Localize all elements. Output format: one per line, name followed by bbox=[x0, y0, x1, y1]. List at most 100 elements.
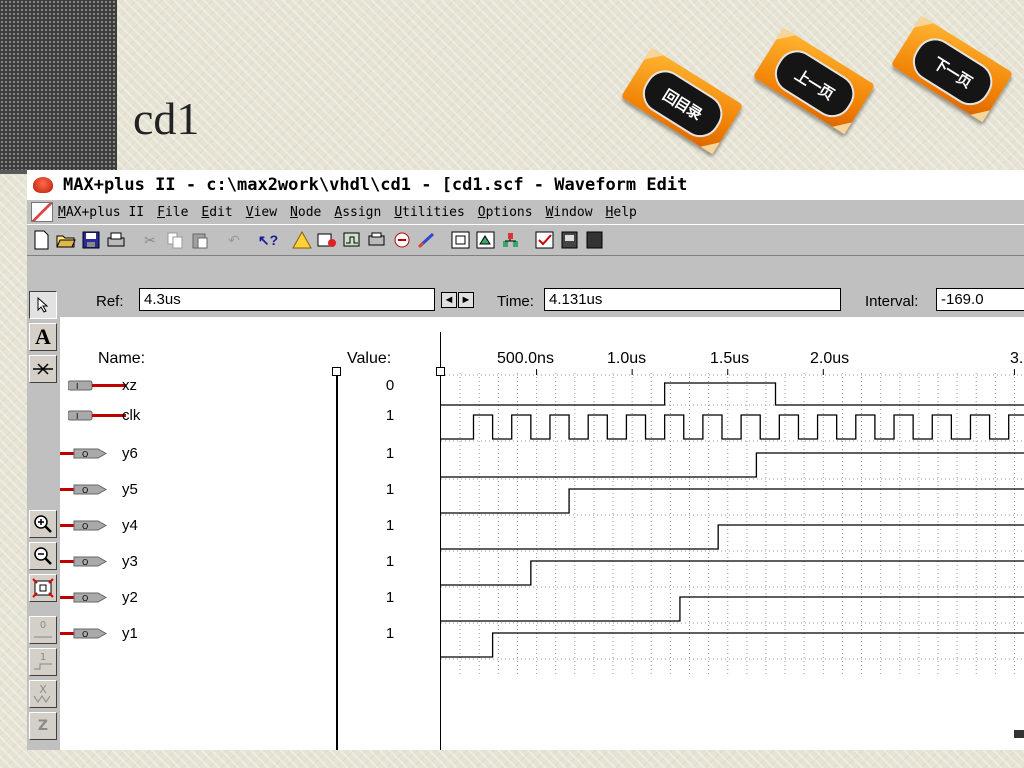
set-unknown-icon[interactable]: X bbox=[29, 680, 57, 708]
svg-text:O: O bbox=[82, 594, 88, 603]
text-tool-icon[interactable]: A bbox=[29, 323, 57, 351]
zoom-out-icon[interactable] bbox=[29, 542, 57, 570]
waveform-y2[interactable] bbox=[441, 596, 1024, 622]
value-wave-divider[interactable] bbox=[440, 332, 441, 750]
fit-in-window-icon[interactable] bbox=[29, 574, 57, 602]
cut-icon[interactable]: ✂ bbox=[138, 228, 162, 252]
set-low-icon[interactable]: 0 bbox=[29, 616, 57, 644]
waveform-clk[interactable] bbox=[441, 414, 1024, 440]
menu-file[interactable]: File bbox=[157, 205, 188, 220]
menu-options[interactable]: Options bbox=[478, 205, 533, 220]
signal-name: y3 bbox=[122, 553, 138, 570]
svg-text:O: O bbox=[82, 450, 88, 459]
waveform-y4[interactable] bbox=[441, 524, 1024, 550]
signal-row-xz[interactable]: I xz 0 bbox=[60, 374, 440, 398]
menu-edit[interactable]: Edit bbox=[201, 205, 232, 220]
save-icon[interactable] bbox=[79, 228, 103, 252]
signal-row-y3[interactable]: O y3 1 bbox=[60, 550, 440, 574]
output-pin-icon: O bbox=[60, 448, 108, 459]
waveform-y5[interactable] bbox=[441, 488, 1024, 514]
project-timing-icon[interactable] bbox=[583, 228, 607, 252]
menu-node[interactable]: Node bbox=[290, 205, 321, 220]
timescale-label-1-5us: 1.5us bbox=[710, 350, 750, 367]
waveform-y1[interactable] bbox=[441, 632, 1024, 658]
print-icon[interactable] bbox=[104, 228, 128, 252]
simulator-icon[interactable] bbox=[315, 228, 339, 252]
message-processor-icon[interactable] bbox=[390, 228, 414, 252]
menu-utilities[interactable]: Utilities bbox=[394, 205, 464, 220]
waveform-area[interactable]: Name: Value: 500.0ns 1.0us 1.5us 2.0us 3… bbox=[60, 317, 1024, 750]
tool-palette: A 0 1 X Z bbox=[27, 285, 61, 750]
undo-icon[interactable]: ↶ bbox=[222, 228, 246, 252]
home-tag-icon: 回目录 bbox=[635, 62, 730, 145]
zoom-in-icon[interactable] bbox=[29, 510, 57, 538]
context-help-icon[interactable]: ↖? bbox=[256, 228, 280, 252]
interval-label: Interval: bbox=[865, 293, 919, 310]
slide-title: cd1 bbox=[133, 93, 200, 144]
signal-name: y6 bbox=[122, 445, 138, 462]
prev-tag-icon: 上一页 bbox=[767, 42, 862, 125]
signal-name: y2 bbox=[122, 589, 138, 606]
ref-next-button[interactable]: ► bbox=[458, 292, 474, 308]
compiler-icon[interactable] bbox=[290, 228, 314, 252]
waveform-y3[interactable] bbox=[441, 560, 1024, 586]
project-save-check-icon[interactable] bbox=[499, 228, 523, 252]
value-column-header: Value: bbox=[347, 350, 392, 367]
slide-rule-left bbox=[0, 170, 27, 174]
signal-value: 1 bbox=[385, 407, 395, 424]
copy-icon[interactable] bbox=[163, 228, 187, 252]
paste-icon[interactable] bbox=[188, 228, 212, 252]
signal-value: 1 bbox=[385, 553, 395, 570]
insert-node-icon[interactable] bbox=[29, 355, 57, 383]
new-file-icon[interactable] bbox=[29, 228, 53, 252]
ref-field[interactable]: 4.3us bbox=[139, 288, 435, 311]
tag-corner bbox=[776, 27, 796, 48]
timescale-label-2us: 2.0us bbox=[810, 350, 850, 367]
maxplus-logo-icon bbox=[33, 177, 53, 193]
slide-dark-block bbox=[0, 0, 117, 172]
nav-tag-prev[interactable]: 上一页 bbox=[752, 27, 876, 135]
nav-tag-next[interactable]: 下一页 bbox=[890, 15, 1014, 123]
hierarchy-display-icon[interactable] bbox=[415, 228, 439, 252]
signal-name: y1 bbox=[122, 625, 138, 642]
open-folder-icon[interactable] bbox=[54, 228, 78, 252]
tag-corner bbox=[970, 102, 990, 123]
output-pin-icon: O bbox=[60, 592, 108, 603]
signal-value: 1 bbox=[385, 481, 395, 498]
ref-prev-button[interactable]: ◄ bbox=[441, 292, 457, 308]
waveform-xz[interactable] bbox=[441, 382, 1024, 406]
signal-row-clk[interactable]: I clk 1 bbox=[60, 404, 440, 428]
project-simulate-icon[interactable] bbox=[558, 228, 582, 252]
set-high-label: 1 bbox=[39, 652, 47, 663]
menu-help[interactable]: Help bbox=[606, 205, 637, 220]
timing-analyzer-icon[interactable] bbox=[340, 228, 364, 252]
selection-tool-icon[interactable] bbox=[29, 291, 57, 319]
menu-view[interactable]: View bbox=[246, 205, 277, 220]
project-compile-icon[interactable] bbox=[533, 228, 557, 252]
svg-text:O: O bbox=[82, 522, 88, 531]
slide-corner-mark bbox=[1014, 730, 1024, 738]
signal-name: clk bbox=[122, 407, 141, 424]
signal-row-y1[interactable]: O y1 1 bbox=[60, 622, 440, 646]
menu-assign[interactable]: Assign bbox=[334, 205, 381, 220]
next-tag-icon: 下一页 bbox=[905, 30, 1000, 113]
menu-window[interactable]: Window bbox=[546, 205, 593, 220]
signal-row-y2[interactable]: O y2 1 bbox=[60, 586, 440, 610]
nav-tag-home[interactable]: 回目录 bbox=[620, 47, 744, 155]
programmer-icon[interactable] bbox=[365, 228, 389, 252]
floorplan-editor-icon[interactable] bbox=[449, 228, 473, 252]
set-unknown-label: X bbox=[39, 683, 47, 696]
menu-maxplus[interactable]: MAX+plus II bbox=[58, 205, 144, 220]
system-menu-icon[interactable] bbox=[31, 202, 53, 222]
signal-row-y5[interactable]: O y5 1 bbox=[60, 478, 440, 502]
graphic-editor-icon[interactable] bbox=[474, 228, 498, 252]
set-low-label: 0 bbox=[39, 620, 47, 631]
signal-row-y4[interactable]: O y4 1 bbox=[60, 514, 440, 538]
waveform-y6[interactable] bbox=[441, 452, 1024, 478]
set-high-impedance-icon[interactable]: Z bbox=[29, 712, 57, 740]
set-high-icon[interactable]: 1 bbox=[29, 648, 57, 676]
signal-row-y6[interactable]: O y6 1 bbox=[60, 442, 440, 466]
window-titlebar[interactable]: MAX+plus II - c:\max2work\vhdl\cd1 - [cd… bbox=[27, 170, 1024, 200]
tag-corner bbox=[832, 114, 852, 135]
tag-corner bbox=[644, 47, 664, 68]
